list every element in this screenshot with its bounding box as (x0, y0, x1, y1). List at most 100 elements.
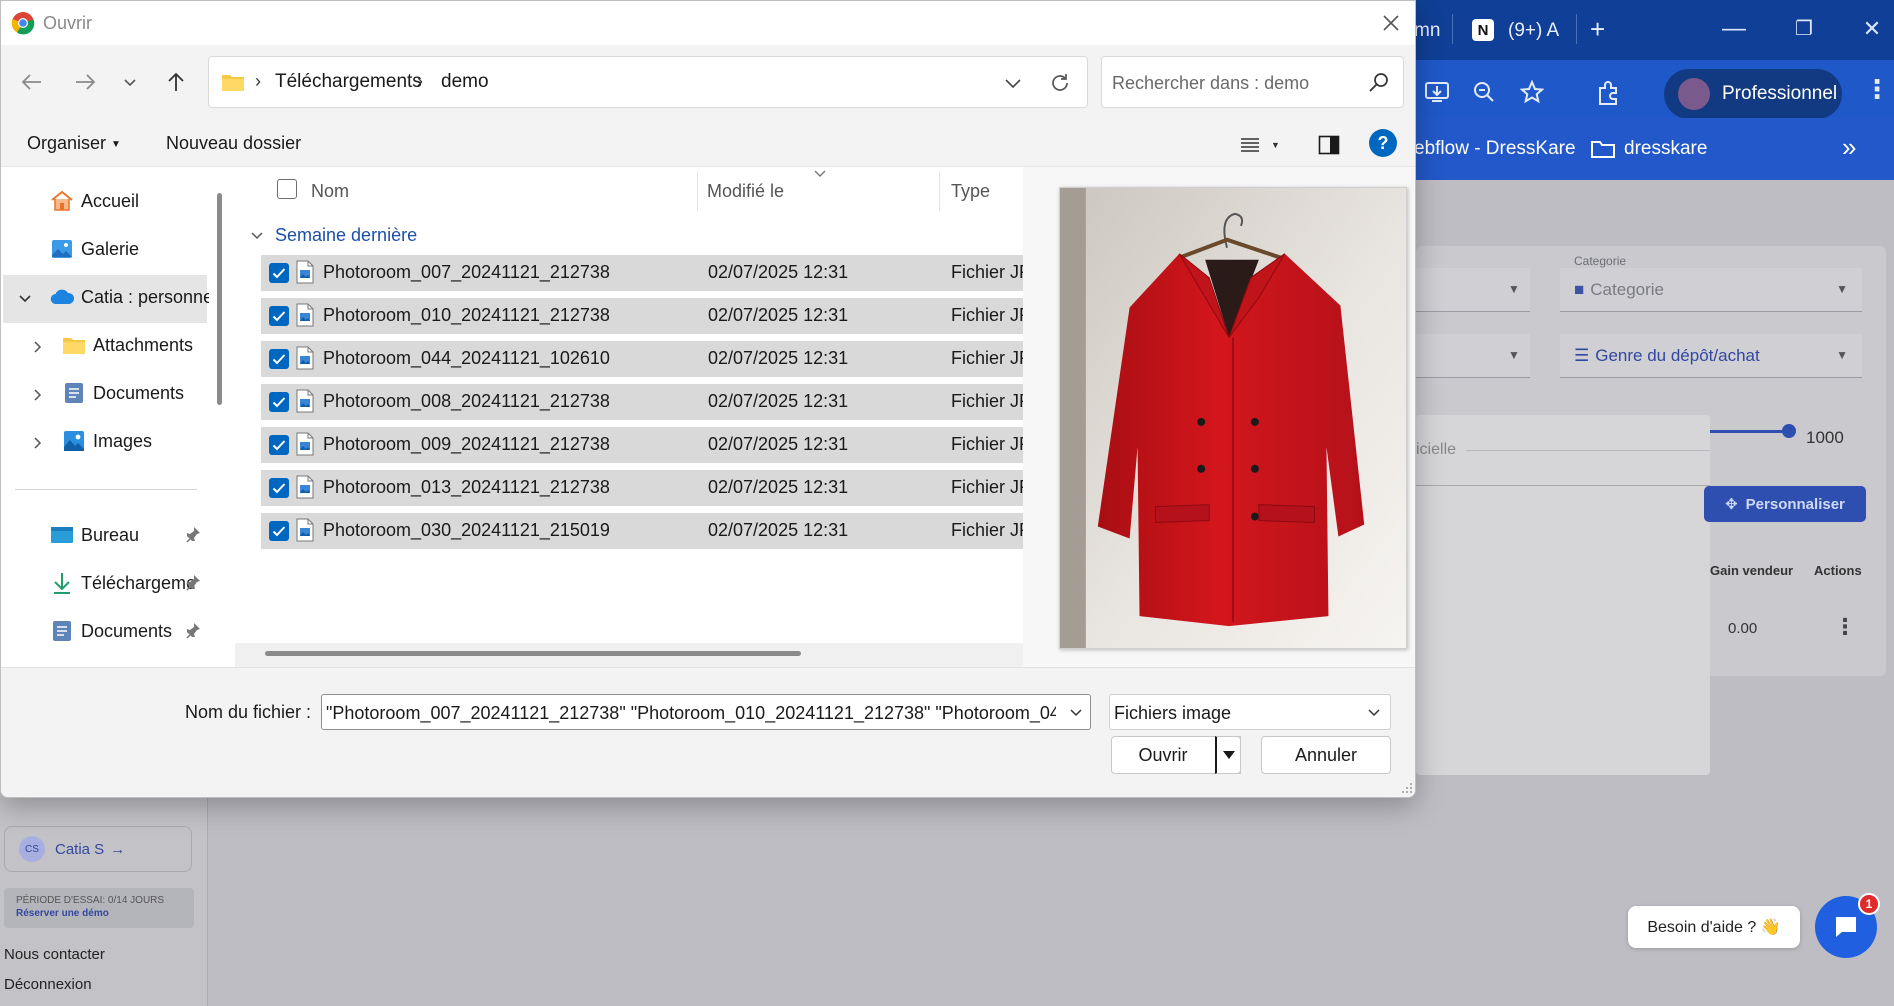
cancel-button[interactable]: Annuler (1261, 736, 1391, 774)
search-input[interactable] (1112, 69, 1352, 97)
notion-tab-title[interactable]: (9+) A (1508, 20, 1559, 42)
checkmark-icon (272, 483, 286, 494)
nav-expand-documents[interactable] (27, 385, 47, 405)
chevron-down-icon[interactable] (1066, 703, 1086, 723)
file-row[interactable]: Photoroom_009_20241121_212738 02/07/2025 … (261, 427, 1023, 463)
up-folder-button[interactable] (159, 65, 193, 99)
breadcrumb-downloads[interactable]: Téléchargements (275, 71, 422, 93)
row-gain-value: 0.00 (1728, 620, 1758, 637)
filter-select-2[interactable]: ▼ (1416, 334, 1530, 378)
open-options-button[interactable] (1215, 736, 1241, 774)
pin-icon[interactable] (185, 526, 203, 544)
pin-icon[interactable] (185, 574, 203, 592)
file-row[interactable]: Photoroom_010_20241121_212738 02/07/2025 … (261, 298, 1023, 334)
filename-input[interactable] (326, 701, 1056, 725)
nav-expand-attachments[interactable] (27, 337, 47, 357)
customize-button[interactable]: ✥ Personnaliser (1704, 486, 1866, 522)
file-checkbox-checked[interactable] (269, 521, 289, 541)
filter-select-1[interactable]: ▼ (1416, 268, 1530, 312)
file-row[interactable]: Photoroom_007_20241121_212738 02/07/2025 … (261, 255, 1023, 291)
nav-item-desktop[interactable]: Bureau (49, 513, 139, 557)
forward-button[interactable] (68, 65, 102, 99)
nav-pane-scrollbar[interactable] (217, 193, 222, 405)
back-button[interactable] (15, 65, 49, 99)
nav-item-downloads[interactable]: Téléchargeme (49, 561, 199, 605)
nav-item-documents[interactable]: Documents (61, 371, 184, 415)
column-header-modified[interactable]: Modifié le (707, 181, 784, 202)
checkmark-icon (272, 397, 286, 408)
column-separator[interactable] (939, 171, 940, 211)
select-all-checkbox[interactable] (277, 179, 297, 199)
pin-icon[interactable] (185, 622, 203, 640)
bookmarks-more-icon[interactable]: » (1842, 132, 1856, 163)
file-checkbox-checked[interactable] (269, 435, 289, 455)
contact-link[interactable]: Nous contacter (4, 946, 105, 963)
new-tab-button[interactable]: + (1590, 14, 1605, 45)
file-checkbox-checked[interactable] (269, 263, 289, 283)
change-view-button[interactable]: ▼ (1239, 131, 1289, 159)
logout-link[interactable]: Déconnexion (4, 976, 92, 993)
new-folder-button[interactable]: Nouveau dossier (166, 133, 301, 154)
nav-item-images[interactable]: Images (61, 419, 152, 463)
move-icon: ✥ (1725, 496, 1738, 513)
address-bar[interactable]: › Téléchargements › demo (208, 56, 1088, 108)
search-icon[interactable] (1366, 70, 1392, 96)
nav-item-documents-pinned[interactable]: Documents (49, 609, 172, 653)
price-slider-handle[interactable] (1782, 424, 1796, 438)
group-header-last-week[interactable]: Semaine dernière (249, 225, 417, 246)
documents-icon (49, 618, 75, 644)
install-app-icon[interactable] (1424, 80, 1450, 110)
tshirt-icon: ■ (1574, 280, 1585, 299)
command-bar: Organiser ▼ Nouveau dossier ▼ ? (1, 121, 1415, 167)
price-slider-track[interactable] (1710, 430, 1788, 433)
organize-menu-button[interactable]: Organiser ▼ (27, 133, 121, 154)
resize-grip-icon[interactable] (1399, 780, 1413, 794)
file-checkbox-checked[interactable] (269, 478, 289, 498)
file-checkbox-checked[interactable] (269, 392, 289, 412)
refresh-icon (1052, 74, 1068, 91)
refresh-button[interactable] (1040, 63, 1080, 103)
bookmark-webflow[interactable]: ebflow - DressKare (1414, 138, 1576, 160)
column-header-name[interactable]: Nom (311, 181, 349, 202)
window-restore-button[interactable]: ❐ (1784, 14, 1824, 44)
file-row[interactable]: Photoroom_013_20241121_212738 02/07/2025 … (261, 470, 1023, 506)
zoom-icon[interactable] (1472, 80, 1496, 110)
column-header-type[interactable]: Type (951, 181, 990, 202)
horizontal-scrollbar-thumb[interactable] (265, 651, 801, 656)
file-row[interactable]: Photoroom_008_20241121_212738 02/07/2025 … (261, 384, 1023, 420)
address-history-button[interactable] (1000, 70, 1026, 96)
file-row[interactable]: Photoroom_044_20241121_102610 02/07/2025 … (261, 341, 1023, 377)
bookmark-star-icon[interactable] (1519, 79, 1545, 110)
file-type-select[interactable]: Fichiers image (1109, 694, 1391, 730)
browser-menu-icon[interactable]: ⋮ (1864, 74, 1890, 105)
file-checkbox-checked[interactable] (269, 349, 289, 369)
nav-item-onedrive[interactable]: Catia : personne (49, 275, 209, 319)
file-row[interactable]: Photoroom_030_20241121_215019 02/07/2025 … (261, 513, 1023, 549)
profile-avatar (1678, 78, 1710, 110)
preview-pane-button[interactable] (1315, 131, 1343, 159)
book-demo-link[interactable]: Réserver une démo (16, 907, 182, 920)
window-minimize-button[interactable]: — (1714, 14, 1754, 44)
nav-item-home[interactable]: Accueil (49, 179, 139, 223)
help-bubble[interactable]: Besoin d'aide ? 👋 (1628, 906, 1800, 948)
extensions-icon[interactable] (1596, 80, 1622, 112)
bookmark-dresskare[interactable]: dresskare (1624, 138, 1707, 160)
nav-collapse-onedrive[interactable] (15, 289, 35, 309)
browser-tab-fragment[interactable]: mn (1414, 20, 1440, 42)
nav-item-gallery[interactable]: Galerie (49, 227, 139, 271)
category-select[interactable]: Categorie ■ Categorie ▼ (1560, 254, 1862, 312)
window-close-button[interactable]: ✕ (1852, 14, 1892, 44)
column-separator[interactable] (697, 171, 698, 211)
browser-profile-button[interactable]: Professionnel (1664, 69, 1842, 119)
filename-combobox[interactable] (321, 694, 1091, 730)
nav-expand-images[interactable] (27, 433, 47, 453)
recent-locations-button[interactable] (113, 65, 147, 99)
genre-select[interactable]: ☰ Genre du dépôt/achat ▼ (1560, 334, 1862, 378)
breadcrumb-demo[interactable]: demo (441, 71, 489, 93)
nav-item-attachments[interactable]: Attachments (61, 323, 193, 367)
file-checkbox-checked[interactable] (269, 306, 289, 326)
row-actions-icon[interactable]: ⋮ (1834, 614, 1856, 640)
dialog-close-button[interactable] (1373, 5, 1409, 41)
sidebar-user[interactable]: CS Catia S → (4, 826, 192, 872)
help-question-icon[interactable]: ? (1369, 129, 1397, 157)
